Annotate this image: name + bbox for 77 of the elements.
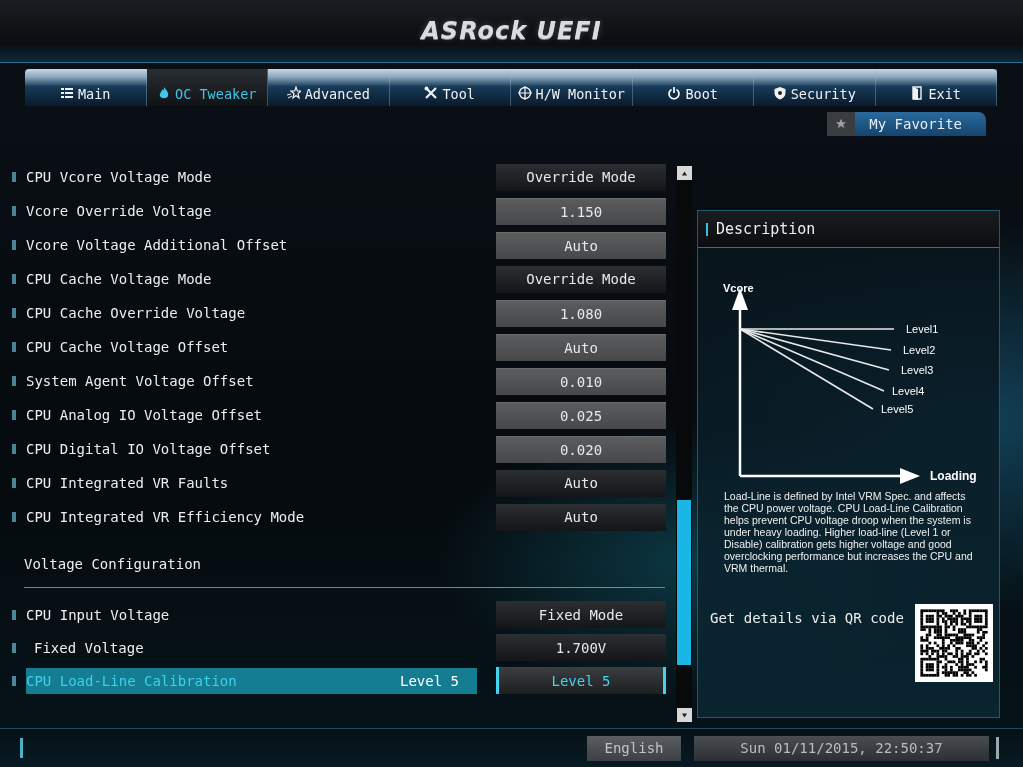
door-icon	[910, 85, 925, 100]
setting-label[interactable]: Fixed Voltage	[26, 634, 477, 661]
value-dropdown[interactable]: Auto	[496, 469, 666, 497]
setting-label[interactable]: Vcore Override Voltage	[26, 198, 477, 225]
date-time: Sun 01/11/2015, 22:50:37	[694, 735, 989, 761]
value-dropdown[interactable]: Fixed Mode	[496, 601, 666, 629]
value-field[interactable]: 0.020	[496, 435, 666, 463]
value-field[interactable]: 1.150	[496, 197, 666, 225]
tools-icon	[424, 85, 439, 100]
row-marker-icon	[12, 308, 16, 319]
row-marker-icon	[12, 444, 16, 455]
row-marker-icon	[12, 274, 16, 285]
row-marker-icon	[12, 642, 16, 653]
line-label: Level2	[903, 344, 936, 357]
setting-label[interactable]: Vcore Voltage Additional Offset	[26, 232, 477, 259]
description-text: Load-Line is defined by Intel VRM Spec. and affects the CPU power voltage. CPU Load-Line Calibration helps prevent CPU voltage droop when the system is under heavy loading. Higher load-line (Level 1 or Disable) calibration gets higher voltage and good overclocking performance but increases the CPU and VRM thermal.	[724, 490, 974, 575]
tab[interactable]: Boot	[632, 68, 754, 106]
value-dropdown[interactable]: Override Mode	[496, 265, 666, 293]
row-marker-icon	[12, 342, 16, 353]
row-marker-icon	[12, 675, 16, 686]
value-field[interactable]: 1.080	[496, 299, 666, 327]
row-marker-icon	[12, 410, 16, 421]
crosshair-icon	[517, 85, 532, 100]
panel-title: Description	[716, 220, 816, 239]
line-label: Level1	[906, 323, 939, 336]
row-marker-icon	[12, 240, 16, 251]
row-marker-icon	[12, 376, 16, 387]
qr-caption: Get details via QR code	[710, 610, 904, 627]
value-field[interactable]: 0.025	[496, 401, 666, 429]
row-marker-icon	[12, 609, 16, 620]
value-dropdown[interactable]: Auto	[496, 503, 666, 531]
setting-label[interactable]: CPU Cache Voltage Mode	[26, 266, 477, 293]
value-dropdown[interactable]: 1.700V	[496, 634, 666, 662]
setting-label[interactable]: CPU Vcore Voltage Mode	[26, 164, 477, 191]
scroll-up-button[interactable]	[676, 166, 692, 181]
row-marker-icon	[12, 512, 16, 523]
line-label: Level5	[881, 403, 914, 416]
value-field[interactable]: Auto	[496, 333, 666, 361]
tab[interactable]: Tool	[389, 68, 511, 106]
logo: ASRock UEFI	[421, 16, 602, 45]
value-dropdown[interactable]: Level 5	[496, 667, 666, 695]
setting-label[interactable]: CPU Input Voltage	[26, 601, 477, 628]
tab[interactable]: OC Tweaker	[146, 68, 268, 106]
setting-label[interactable]: CPU Integrated VR Efficiency Mode	[26, 504, 477, 531]
scroll-down-button[interactable]	[676, 708, 692, 723]
setting-label[interactable]: CPU Analog IO Voltage Offset	[26, 402, 477, 429]
tab[interactable]: Security	[754, 68, 876, 106]
line-label: Level3	[901, 364, 934, 377]
line-label: Level4	[892, 385, 925, 398]
row-marker-icon	[12, 172, 16, 183]
value-field[interactable]: 0.010	[496, 367, 666, 395]
setting-label[interactable]: CPU Cache Override Voltage	[26, 300, 477, 327]
axis-label: Loading	[930, 469, 977, 484]
value-field[interactable]: Auto	[496, 231, 666, 259]
star-icon	[286, 85, 301, 100]
qr-code-icon	[915, 604, 993, 683]
tab[interactable]: Main	[25, 68, 147, 106]
section-heading: Voltage Configuration	[24, 556, 201, 573]
tab[interactable]: H/W Monitor	[511, 68, 633, 106]
setting-label[interactable]: CPU Digital IO Voltage Offset	[26, 436, 477, 463]
list-icon	[60, 85, 74, 100]
setting-label[interactable]: System Agent Voltage Offset	[26, 368, 477, 395]
favorite-button[interactable]: My Favorite	[827, 112, 986, 137]
scrollbar-thumb[interactable]	[677, 500, 691, 666]
setting-label[interactable]: CPU Load-Line Calibration Level 5	[26, 667, 477, 694]
axis-label: Vcore	[723, 282, 754, 295]
tab[interactable]: Advanced	[268, 68, 390, 106]
tab[interactable]: Exit	[875, 68, 997, 106]
row-marker-icon	[12, 478, 16, 489]
setting-label[interactable]: CPU Cache Voltage Offset	[26, 334, 477, 361]
setting-label[interactable]: CPU Integrated VR Faults	[26, 470, 477, 497]
shield-icon	[772, 85, 787, 100]
power-icon	[667, 85, 682, 100]
value-dropdown[interactable]: Override Mode	[496, 163, 666, 191]
language-button[interactable]: English	[587, 735, 681, 761]
row-marker-icon	[12, 206, 16, 217]
star-icon	[835, 118, 848, 131]
